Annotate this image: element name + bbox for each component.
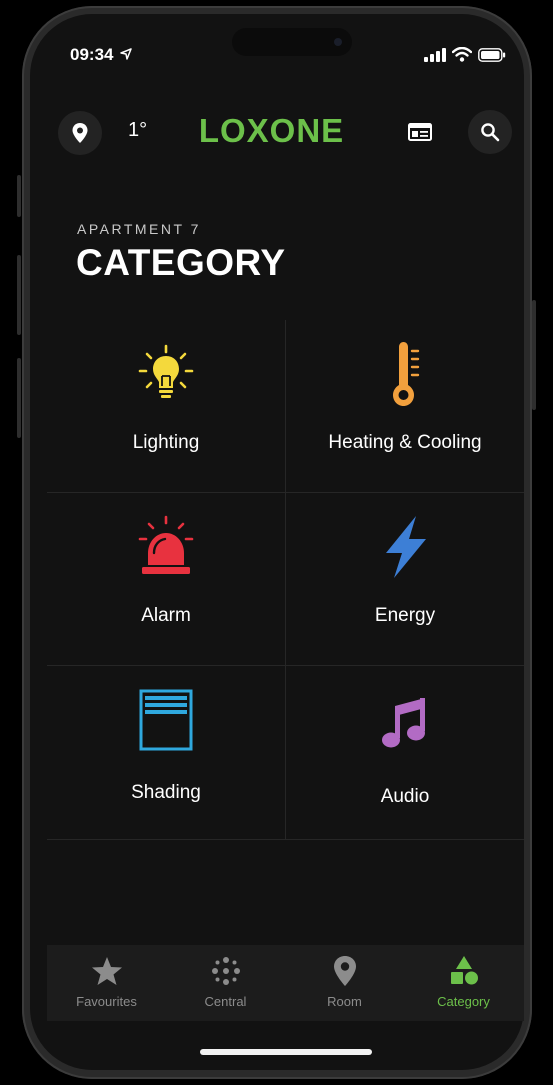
tab-room[interactable]: Room	[285, 945, 404, 1021]
dots-icon	[211, 957, 240, 985]
battery-icon	[478, 48, 506, 62]
category-grid: Lighting Heating & Cooling Alarm Energy …	[47, 320, 524, 840]
lightning-bolt-icon	[386, 516, 426, 578]
status-time: 09:34	[70, 45, 132, 65]
category-label: Alarm	[141, 605, 191, 626]
category-energy[interactable]: Energy	[286, 493, 524, 665]
category-label: Energy	[374, 605, 436, 626]
lightbulb-icon	[138, 344, 194, 398]
front-camera	[334, 38, 342, 46]
category-shading[interactable]: Shading	[47, 666, 285, 838]
wifi-icon	[452, 47, 472, 62]
signal-icon	[424, 48, 446, 62]
category-heating-cooling[interactable]: Heating & Cooling	[286, 320, 524, 492]
home-indicator[interactable]	[200, 1049, 372, 1055]
music-note-icon	[382, 698, 425, 748]
location-arrow-icon	[120, 48, 132, 60]
category-label: Audio	[380, 786, 430, 807]
search-button[interactable]	[468, 110, 512, 154]
blinds-icon	[139, 689, 193, 751]
status-icons	[424, 46, 506, 64]
category-label: Heating & Cooling	[328, 432, 482, 453]
news-icon	[408, 123, 432, 141]
page-subtitle: APARTMENT 7	[77, 221, 201, 237]
tab-favourites[interactable]: Favourites	[47, 945, 166, 1021]
side-button	[17, 255, 21, 335]
tab-bar: Favourites Central Room Category	[47, 945, 524, 1021]
search-icon	[481, 123, 500, 142]
side-button	[17, 175, 21, 217]
side-button	[532, 300, 536, 410]
page-title: CATEGORY	[76, 242, 286, 283]
category-alarm[interactable]: Alarm	[47, 493, 285, 665]
grid-divider	[47, 839, 524, 840]
thermometer-icon	[393, 342, 420, 406]
news-button[interactable]	[408, 122, 432, 147]
star-icon	[91, 957, 122, 985]
siren-icon	[138, 515, 194, 574]
category-label: Lighting	[132, 432, 200, 453]
category-lighting[interactable]: Lighting	[47, 320, 285, 492]
category-label: Shading	[131, 782, 201, 803]
side-button	[17, 358, 21, 438]
location-pin-icon	[333, 956, 356, 986]
tab-category[interactable]: Category	[404, 945, 523, 1021]
shapes-icon	[450, 956, 478, 985]
category-audio[interactable]: Audio	[286, 666, 524, 838]
tab-central[interactable]: Central	[166, 945, 285, 1021]
